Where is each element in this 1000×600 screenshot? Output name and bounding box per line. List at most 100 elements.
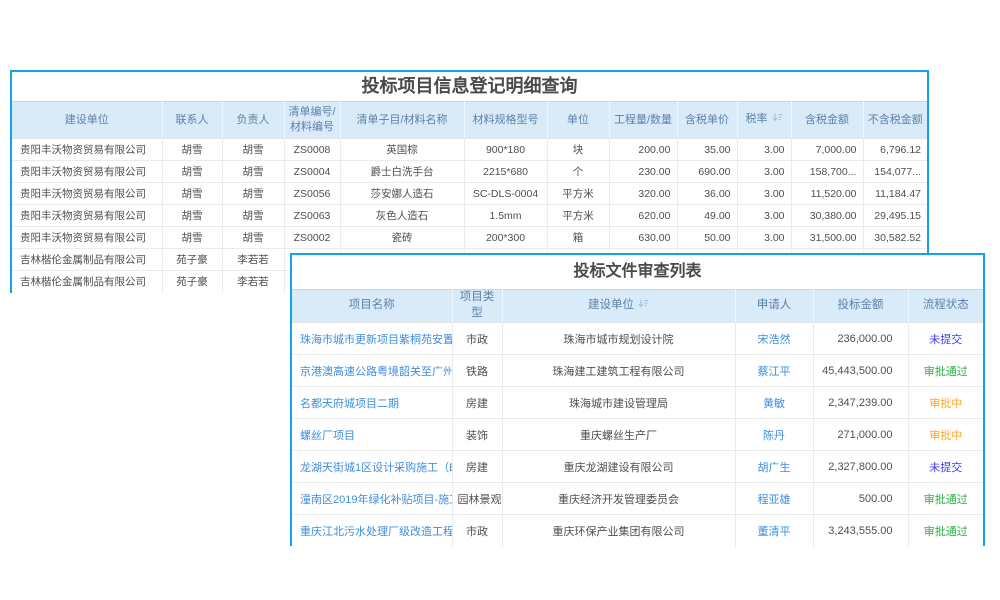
table-row: 珠海市城市更新项目紫桐苑安置点设计...市政珠海市城市规划设计院宋浩然236,0… [292,323,983,355]
bid-amount-cell: 45,443,500.00 [813,355,908,387]
column-header-contact-person[interactable]: 联系人 [162,102,222,139]
table-row: 贵阳丰沃物资贸易有限公司胡雪胡雪ZS0004爵士白洗手台2215*680个230… [12,161,927,183]
project-type-cell: 铁路 [452,355,502,387]
bid-amount-cell: 500.00 [813,483,908,515]
column-header-amount-with-tax[interactable]: 含税金额 [791,102,863,139]
responsible-person-cell: 胡雪 [222,139,284,161]
applicant-cell[interactable]: 程亚雄 [735,483,813,515]
process-status-cell: 未提交 [908,323,983,355]
column-header-responsible-person[interactable]: 负责人 [222,102,284,139]
material-spec-cell: 900*180 [464,139,547,161]
project-name-cell[interactable]: 螺丝厂项目 [292,419,452,451]
column-label: 材料规格型号 [473,114,539,126]
construction-unit-cell: 重庆龙湖建设有限公司 [502,451,735,483]
contact-person-cell: 胡雪 [162,227,222,249]
project-name-cell[interactable]: 京港澳高速公路粤境韶关至广州互通路... [292,355,452,387]
contact-person-cell: 胡雪 [162,205,222,227]
column-header-material-name[interactable]: 清单子目/材料名称 [340,102,464,139]
construction-unit-cell: 贵阳丰沃物资贸易有限公司 [12,205,162,227]
quantity-cell: 620.00 [609,205,677,227]
contact-person-cell: 胡雪 [162,161,222,183]
unit-cell: 平方米 [547,183,609,205]
list-number-cell: ZS0056 [284,183,340,205]
tax-rate-cell: 3.00 [737,139,791,161]
amount-with-tax-cell: 30,380.00 [791,205,863,227]
table-row: 京港澳高速公路粤境韶关至广州互通路...铁路珠海建工建筑工程有限公司蔡江平45,… [292,355,983,387]
table-row: 贵阳丰沃物资贸易有限公司胡雪胡雪ZS0056莎安娜人造石SC-DLS-0004平… [12,183,927,205]
project-type-cell: 园林景观 [452,483,502,515]
list-number-cell: ZS0008 [284,139,340,161]
material-spec-cell: SC-DLS-0004 [464,183,547,205]
project-name-cell[interactable]: 名都天府城项目二期 [292,387,452,419]
column-label: 投标金额 [838,299,884,311]
applicant-cell[interactable]: 黄敏 [735,387,813,419]
responsible-person-cell: 胡雪 [222,205,284,227]
column-header-material-spec[interactable]: 材料规格型号 [464,102,547,139]
construction-unit-cell: 贵阳丰沃物资贸易有限公司 [12,161,162,183]
column-header-project-name[interactable]: 项目名称 [292,290,452,323]
table-row: 龙湖天街城1区设计采购施工（EPC）...房建重庆龙湖建设有限公司胡广生2,32… [292,451,983,483]
column-header-process-status[interactable]: 流程状态 [908,290,983,323]
sort-icon[interactable] [638,299,649,315]
list-number-cell: ZS0004 [284,161,340,183]
column-header-bid-amount[interactable]: 投标金额 [813,290,908,323]
project-name-cell[interactable]: 珠海市城市更新项目紫桐苑安置点设计... [292,323,452,355]
sort-icon[interactable] [772,113,783,128]
column-header-applicant[interactable]: 申请人 [735,290,813,323]
quantity-cell: 230.00 [609,161,677,183]
applicant-cell[interactable]: 宋浩然 [735,323,813,355]
project-type-cell: 房建 [452,387,502,419]
unit-cell: 块 [547,139,609,161]
process-status-cell: 审批通过 [908,515,983,547]
construction-unit-cell: 贵阳丰沃物资贸易有限公司 [12,139,162,161]
column-label: 负责人 [237,114,270,126]
column-header-amount-without-tax[interactable]: 不含税金额 [863,102,927,139]
list-number-cell: ZS0002 [284,227,340,249]
project-name-cell[interactable]: 重庆江北污水处理厂级改造工程-道路... [292,515,452,547]
unit-price-with-tax-cell: 50.00 [677,227,737,249]
responsible-person-cell: 胡雪 [222,183,284,205]
column-label: 工程量/数量 [614,114,672,126]
tax-rate-cell: 3.00 [737,183,791,205]
construction-unit-cell: 珠海市城市规划设计院 [502,323,735,355]
bid-amount-cell: 2,327,800.00 [813,451,908,483]
column-label: 项目类型 [460,291,495,319]
column-header-project-type[interactable]: 项目类型 [452,290,502,323]
column-header-unit-price-with-tax[interactable]: 含税单价 [677,102,737,139]
table-row: 贵阳丰沃物资贸易有限公司胡雪胡雪ZS0063灰色人造石1.5mm平方米620.0… [12,205,927,227]
applicant-cell[interactable]: 胡广生 [735,451,813,483]
bid-review-title: 投标文件审查列表 [292,255,983,289]
material-name-cell: 英国棕 [340,139,464,161]
unit-cell: 平方米 [547,205,609,227]
column-header-quantity[interactable]: 工程量/数量 [609,102,677,139]
project-name-cell[interactable]: 潼南区2019年绿化补贴项目-施工2标段 [292,483,452,515]
responsible-person-cell: 李若若 [222,249,284,271]
column-header-construction-unit[interactable]: 建设单位 [502,290,735,323]
column-header-list-number[interactable]: 清单编号/材料编号 [284,102,340,139]
applicant-cell[interactable]: 董清平 [735,515,813,547]
amount-without-tax-cell: 30,582.52 [863,227,927,249]
column-header-tax-rate[interactable]: 税率 [737,102,791,139]
tax-rate-cell: 3.00 [737,227,791,249]
column-header-unit[interactable]: 单位 [547,102,609,139]
process-status-cell: 审批中 [908,419,983,451]
project-type-cell: 市政 [452,323,502,355]
process-status-cell: 审批中 [908,387,983,419]
column-label: 单位 [567,114,589,126]
column-header-construction-unit[interactable]: 建设单位 [12,102,162,139]
unit-price-with-tax-cell: 36.00 [677,183,737,205]
construction-unit-cell: 吉林楷伦金属制品有限公司 [12,249,162,271]
column-label: 含税单价 [685,114,729,126]
construction-unit-cell: 贵阳丰沃物资贸易有限公司 [12,227,162,249]
material-name-cell: 瓷砖 [340,227,464,249]
unit-price-with-tax-cell: 35.00 [677,139,737,161]
column-label: 清单编号/材料编号 [288,106,335,133]
project-name-cell[interactable]: 龙湖天街城1区设计采购施工（EPC）... [292,451,452,483]
process-status-cell: 未提交 [908,451,983,483]
applicant-cell[interactable]: 蔡江平 [735,355,813,387]
contact-person-cell: 胡雪 [162,183,222,205]
applicant-cell[interactable]: 陈丹 [735,419,813,451]
amount-with-tax-cell: 158,700... [791,161,863,183]
column-label: 税率 [746,113,768,125]
column-label: 联系人 [176,114,209,126]
